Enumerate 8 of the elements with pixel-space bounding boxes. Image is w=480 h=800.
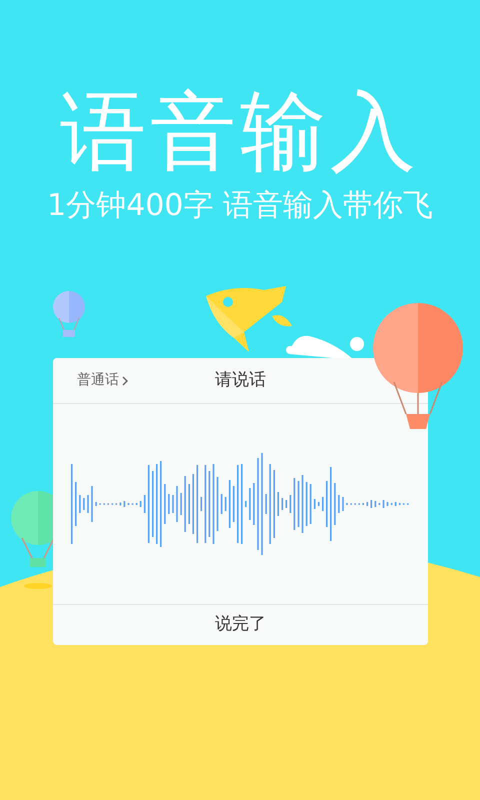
chevron-icon — [122, 376, 129, 386]
done-button[interactable]: 说完了 — [53, 604, 428, 645]
tagline: 1分钟400字 语音输入带你飞 — [47, 187, 433, 225]
dialog-title: 请说话 — [215, 368, 266, 392]
language-selector[interactable]: 普通话 — [77, 370, 129, 391]
balloon-icon — [372, 302, 464, 430]
balloon-icon — [52, 290, 86, 338]
headline: 语音输入 — [59, 81, 421, 184]
